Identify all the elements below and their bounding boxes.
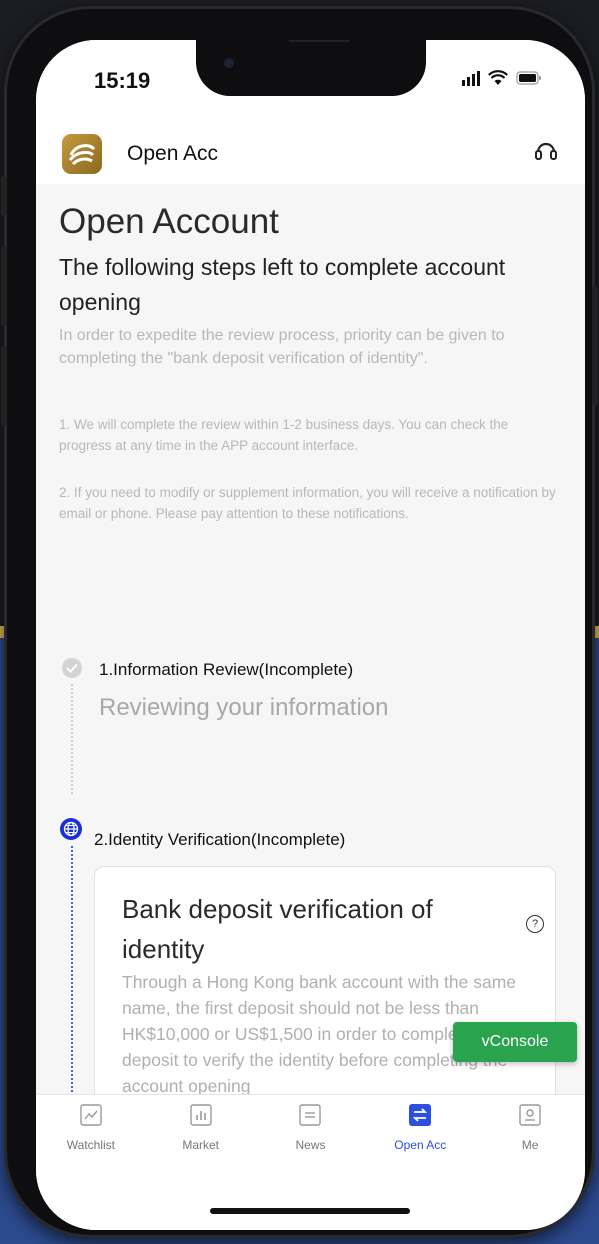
notification-note: 2. If you need to modify or supplement i…	[59, 485, 556, 521]
step-connector-active	[71, 846, 73, 1096]
news-icon	[299, 1104, 322, 1126]
tab-label: Open Acc	[394, 1138, 447, 1152]
profile-icon	[519, 1104, 541, 1126]
header-title: Open Acc	[127, 142, 219, 165]
front-camera	[224, 58, 234, 68]
signal-icon	[462, 70, 480, 86]
tab-open-acc[interactable]: Open Acc	[365, 1095, 475, 1171]
main-content[interactable]: Open Account The following steps left to…	[36, 184, 585, 1118]
battery-icon	[516, 71, 541, 85]
headset-icon	[535, 142, 557, 160]
tab-label: News	[295, 1138, 326, 1152]
page-subtitle: The following steps left to complete acc…	[59, 254, 506, 315]
home-indicator[interactable]	[210, 1208, 410, 1214]
earpiece-speaker	[288, 40, 350, 42]
phone-screen: 15:19 Open Acc Open Account The followin…	[36, 40, 585, 1230]
bar-chart-icon	[189, 1104, 212, 1126]
tab-label: Watchlist	[66, 1138, 116, 1152]
app-header: Open Acc	[36, 124, 585, 184]
tab-me[interactable]: Me	[475, 1095, 585, 1171]
card-title: Bank deposit verification of identity	[122, 894, 433, 964]
wifi-icon	[488, 70, 508, 85]
status-icons	[462, 70, 542, 86]
tab-news[interactable]: News	[256, 1095, 366, 1171]
priority-note: In order to expedite the review process,…	[59, 327, 505, 367]
bottom-tab-bar: Watchlist Market News Open Acc Me	[36, 1094, 585, 1171]
tab-label: Market	[182, 1138, 220, 1152]
volume-up-button	[1, 246, 7, 326]
home-indicator-area	[36, 1170, 585, 1230]
volume-down-button	[1, 346, 7, 426]
tab-watchlist[interactable]: Watchlist	[36, 1095, 146, 1171]
phone-frame: 15:19 Open Acc Open Account The followin…	[1, 6, 598, 1238]
review-note: 1. We will complete the review within 1-…	[59, 417, 509, 453]
step-identity-verification-title: 2.Identity Verification(Incomplete)	[94, 830, 346, 849]
status-time: 15:19	[94, 68, 151, 93]
transfer-icon	[409, 1104, 432, 1126]
camera-notch	[196, 40, 426, 96]
step-information-review-subtitle: Reviewing your information	[99, 694, 389, 721]
tab-label: Me	[521, 1138, 539, 1152]
vconsole-button[interactable]: vConsole	[453, 1022, 577, 1062]
help-icon[interactable]: ?	[526, 915, 544, 933]
step-complete-check-icon	[62, 658, 82, 678]
power-button	[592, 286, 598, 406]
tab-market[interactable]: Market	[146, 1095, 256, 1171]
bank-deposit-verification-card[interactable]: Bank deposit verification of identity ? …	[94, 866, 556, 1118]
customer-service-button[interactable]	[533, 138, 559, 169]
app-logo-icon	[62, 134, 102, 174]
step-information-review-title: 1.Information Review(Incomplete)	[99, 660, 354, 679]
page-title: Open Account	[59, 202, 279, 241]
globe-icon	[60, 818, 82, 840]
mute-switch	[1, 176, 7, 216]
chart-line-icon	[80, 1104, 102, 1126]
step-connector	[71, 684, 73, 794]
